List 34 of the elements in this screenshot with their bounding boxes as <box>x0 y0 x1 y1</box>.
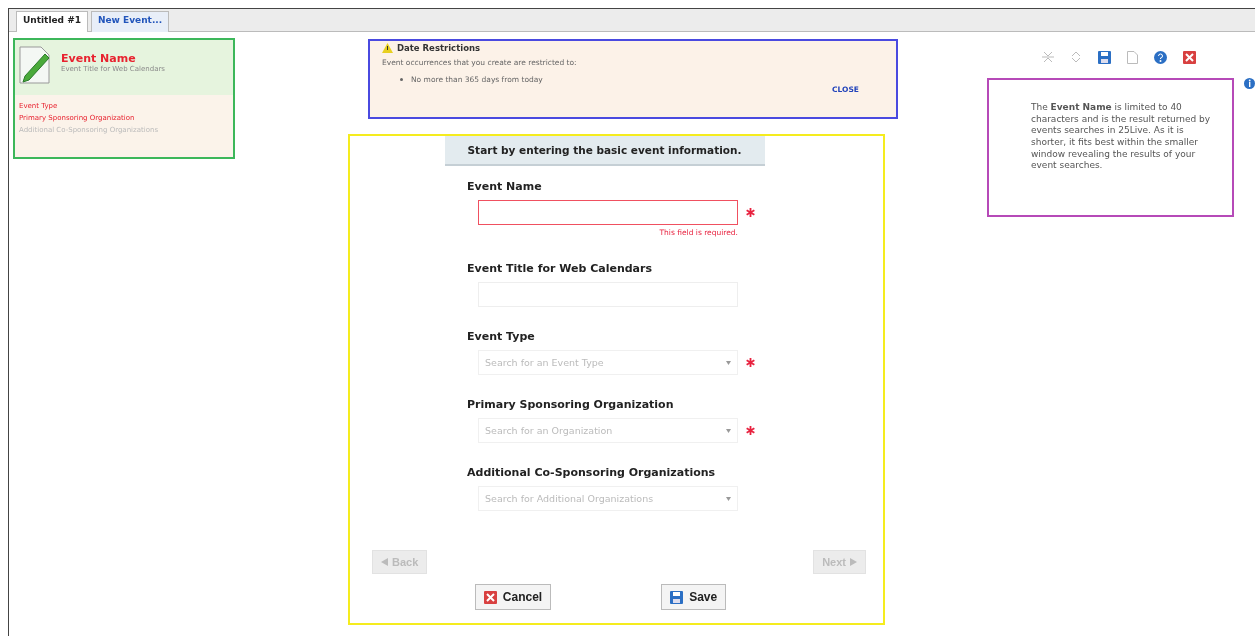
close-icon <box>483 590 497 604</box>
help-icon[interactable] <box>1154 50 1167 64</box>
save-button[interactable]: Save <box>661 584 727 610</box>
tab[interactable]: Untitled #1 <box>16 11 88 32</box>
expand-icon[interactable] <box>1070 51 1082 63</box>
tab[interactable]: New Event... <box>91 11 170 32</box>
required-icon <box>746 426 755 435</box>
edit-document-icon <box>19 46 53 84</box>
summary-title: Event Name <box>61 52 137 65</box>
caret-icon <box>726 428 731 433</box>
cancel-button[interactable]: Cancel <box>474 584 552 610</box>
panel-title: Date Restrictions <box>397 43 481 53</box>
save-icon <box>1098 50 1111 64</box>
warning-icon <box>382 43 393 53</box>
caret-icon <box>726 360 731 365</box>
bullet-icon <box>400 78 403 81</box>
field-label: Event Name <box>467 180 543 193</box>
form-heading: Start by entering the basic event information. <box>444 136 765 166</box>
required-icon <box>746 208 755 217</box>
right-arrow-icon <box>850 558 857 566</box>
collapse-icon[interactable] <box>1042 51 1054 63</box>
document-icon[interactable] <box>1127 50 1138 64</box>
help-text: The Event Name is limited to 40 characters and is the result returned by events searches in 25Live. As it is shorter, it fits best within the smaller window revealing the results of your event searches. <box>987 78 1234 217</box>
text-field[interactable] <box>478 200 738 225</box>
close-icon <box>1183 50 1196 64</box>
field-label: Primary Sponsoring Organization <box>467 398 675 411</box>
save-icon <box>670 590 684 604</box>
required-icon <box>746 358 755 367</box>
field-label: Additional Co-Sponsoring Organizations <box>467 466 717 479</box>
field-label: Event Title for Web Calendars <box>467 262 653 275</box>
info-icon[interactable] <box>1244 78 1255 89</box>
field-label: Event Type <box>467 330 536 343</box>
left-arrow-icon <box>381 558 388 566</box>
caret-icon <box>726 496 731 501</box>
